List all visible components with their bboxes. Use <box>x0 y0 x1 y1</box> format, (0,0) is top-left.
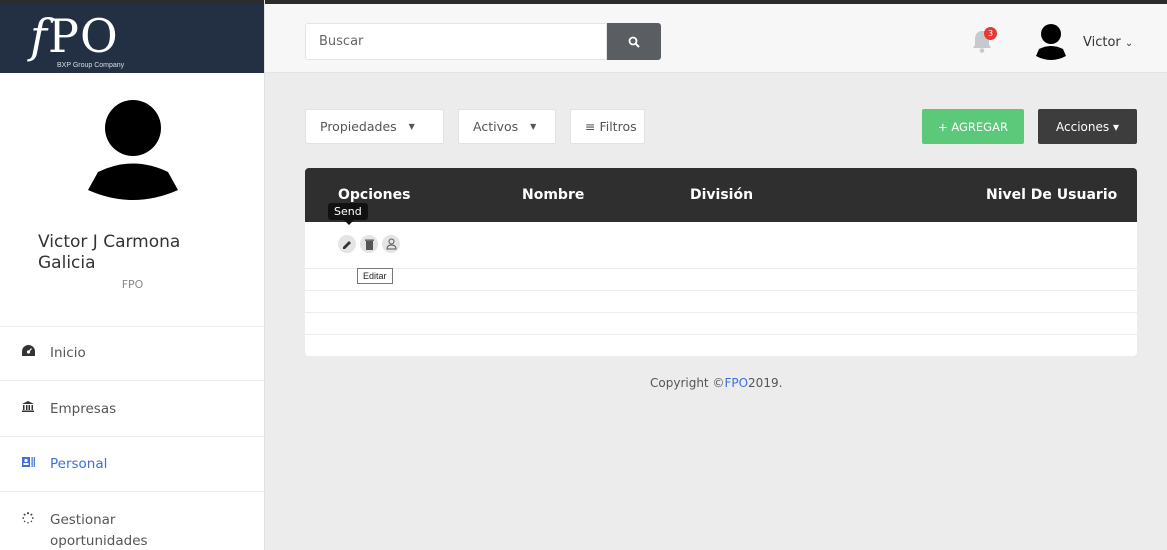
sidebar-item-label: Inicio <box>50 345 86 361</box>
logo[interactable]: fPO BXP Group Company <box>0 0 264 73</box>
data-table: Opciones Nombre División Nivel De Usuari… <box>305 168 1137 356</box>
properties-dropdown[interactable]: Propiedades ▼ <box>305 109 444 144</box>
table-row-divider <box>305 290 1137 291</box>
status-dropdown[interactable]: Activos ▼ <box>458 109 556 144</box>
user-name: Victor J Carmona Galicia <box>38 232 181 273</box>
top-bar: 3 Victor ⌄ <box>265 0 1167 73</box>
user-menu-label: Victor <box>1083 35 1121 50</box>
sidebar-item-label: Empresas <box>50 401 117 417</box>
logo-mark: fPO <box>30 9 119 63</box>
sidebar-item-label: Gestionar oportunidades <box>50 512 148 549</box>
caret-down-icon: ▼ <box>530 122 537 131</box>
chevron-down-icon: ⌄ <box>1124 38 1134 49</box>
notification-badge: 3 <box>984 27 997 40</box>
sidebar-item-inicio[interactable]: Inicio <box>0 326 265 379</box>
user-avatar-icon[interactable] <box>1036 24 1066 61</box>
filters-button-label: ≡ Filtros <box>585 119 637 134</box>
user-avatar-icon <box>88 100 178 200</box>
column-header-nivel[interactable]: Nivel De Usuario <box>986 187 1117 203</box>
search-button[interactable] <box>607 23 661 60</box>
caret-down-icon: ▼ <box>408 122 415 131</box>
edit-icon[interactable] <box>338 235 356 253</box>
logo-subtitle: BXP Group Company <box>57 62 125 69</box>
id-card-icon <box>22 456 50 470</box>
table-row-divider <box>305 312 1137 313</box>
search-input[interactable] <box>305 23 607 60</box>
add-button[interactable]: + AGREGAR <box>922 109 1024 144</box>
send-tooltip: Send <box>328 203 368 225</box>
delete-icon[interactable] <box>360 235 378 253</box>
table-row-divider <box>305 268 1137 269</box>
sidebar-item-gestionar[interactable]: Gestionar oportunidades <box>0 491 265 550</box>
user-icon[interactable] <box>382 235 400 253</box>
footer-copyright: Copyright ©FPO2019. <box>650 376 782 390</box>
sidebar-item-personal[interactable]: Personal <box>0 436 265 490</box>
user-org: FPO <box>121 278 144 291</box>
footer-prefix: Copyright © <box>650 376 725 390</box>
row-action-icons <box>338 235 400 253</box>
footer-brand-link[interactable]: FPO <box>724 376 748 390</box>
column-header-division[interactable]: División <box>690 187 753 203</box>
table-row-divider <box>305 334 1137 335</box>
filters-button[interactable]: ≡ Filtros <box>570 109 645 144</box>
table-header: Opciones Nombre División Nivel De Usuari… <box>305 168 1137 222</box>
column-header-opciones[interactable]: Opciones <box>338 187 410 203</box>
sidebar-item-label: Personal <box>50 456 108 472</box>
dashboard-icon <box>22 345 50 359</box>
column-header-nombre[interactable]: Nombre <box>522 187 584 203</box>
actions-button[interactable]: Acciones ▾ <box>1038 109 1137 144</box>
spinner-icon <box>22 510 50 531</box>
search-icon <box>628 36 640 48</box>
sidebar-item-empresas[interactable]: Empresas <box>0 380 265 435</box>
footer-year: 2019. <box>748 376 783 390</box>
properties-dropdown-label: Propiedades <box>320 119 397 134</box>
edit-tooltip: Editar <box>357 268 393 284</box>
user-menu[interactable]: Victor ⌄ <box>1083 35 1133 50</box>
sidebar: fPO BXP Group Company Victor J Carmona G… <box>0 0 265 550</box>
status-dropdown-label: Activos <box>473 119 519 134</box>
bank-icon <box>22 401 50 415</box>
